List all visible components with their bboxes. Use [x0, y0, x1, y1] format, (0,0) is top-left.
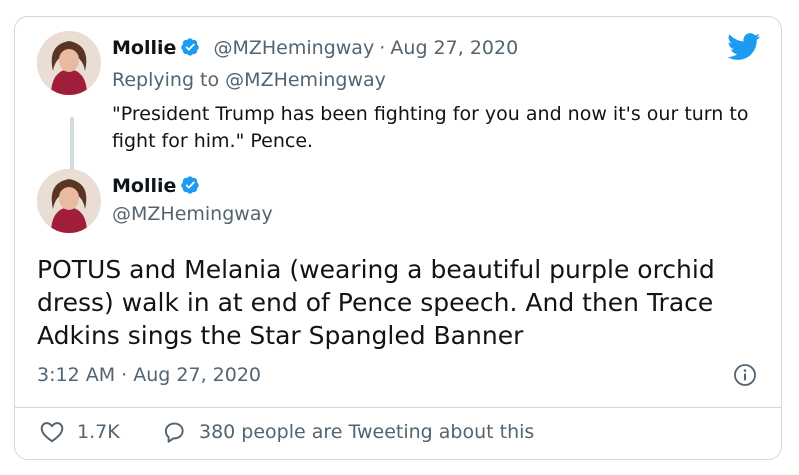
tweet-card[interactable]: Mollie @MZHemingway · Aug 27, 2020 Reply…: [14, 16, 782, 460]
divider: [15, 407, 781, 408]
display-name[interactable]: Mollie: [112, 175, 176, 197]
twitter-bird-icon[interactable]: [727, 33, 761, 61]
reply-handle-link[interactable]: @MZHemingway: [225, 69, 386, 91]
handle[interactable]: @MZHemingway: [112, 203, 273, 225]
tweet-timestamp[interactable]: 3:12 AM · Aug 27, 2020: [37, 364, 261, 386]
replying-to-label: Replying to: [112, 69, 220, 91]
separator-dot: ·: [379, 37, 386, 59]
tweet-body-text: POTUS and Melania (wearing a beautiful p…: [37, 255, 715, 350]
discussion-link[interactable]: 380 people are Tweeting about this: [199, 421, 534, 443]
like-count[interactable]: 1.7K: [77, 421, 120, 443]
tweet-time[interactable]: 3:12 AM: [37, 364, 115, 386]
speech-bubble-icon[interactable]: [161, 419, 187, 445]
heart-icon[interactable]: [39, 419, 65, 445]
quoted-tweet-header: Mollie @MZHemingway · Aug 27, 2020: [112, 37, 518, 59]
avatar[interactable]: [37, 31, 101, 95]
separator-dot: ·: [121, 364, 128, 386]
avatar[interactable]: [37, 169, 101, 233]
info-icon[interactable]: [733, 363, 757, 387]
tweet-date[interactable]: Aug 27, 2020: [390, 37, 518, 59]
verified-badge-icon: [181, 176, 200, 194]
tweet-date[interactable]: Aug 27, 2020: [133, 364, 261, 386]
thread-connector-line: [70, 117, 74, 175]
replying-to-line: Replying to @MZHemingway: [112, 69, 386, 91]
main-tweet-header: Mollie: [112, 175, 200, 197]
display-name[interactable]: Mollie: [112, 37, 176, 59]
quoted-tweet-text: "President Trump has been fighting for y…: [112, 103, 749, 152]
handle[interactable]: @MZHemingway: [213, 37, 374, 59]
verified-badge-icon: [181, 38, 200, 56]
